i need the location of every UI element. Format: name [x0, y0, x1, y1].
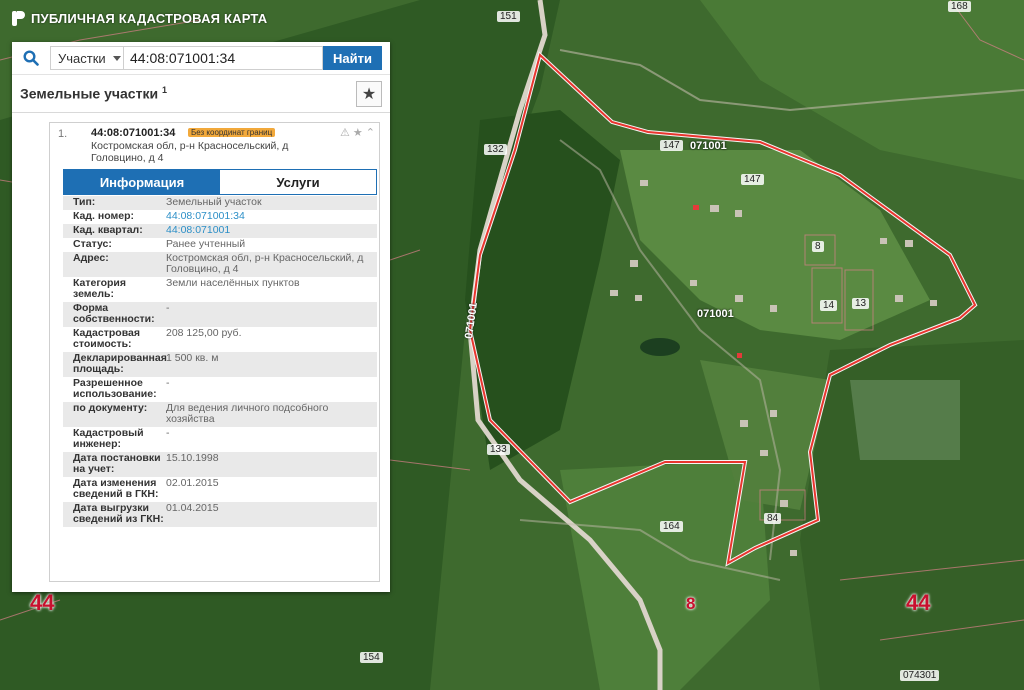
logo-icon	[12, 11, 25, 26]
map-label-8-zone: 8	[686, 594, 696, 613]
map-label-region-44-left: 44	[30, 590, 55, 615]
map-label-132: 132	[484, 144, 507, 155]
map-label-133: 133	[487, 444, 510, 455]
chevron-down-icon	[112, 55, 121, 61]
no-coordinates-badge: Без координат границ	[188, 128, 276, 137]
find-button[interactable]: Найти	[323, 46, 382, 70]
cadastral-quarter-link[interactable]: 44:08:071001	[166, 225, 377, 236]
map-label-14: 14	[820, 300, 838, 311]
map-label-8: 8	[812, 241, 824, 252]
parcel-address: Костромская обл, р-н Красносельский, д Г…	[91, 140, 289, 164]
parcel-card-header: 1. 44:08:071001:34 Без координат границ …	[50, 123, 379, 167]
property-row: Кад. номер: 44:08:071001:34	[63, 210, 377, 224]
map-label-168: 168	[948, 1, 971, 12]
search-panel: Участки Найти Земельные участки 1 ★ 1. 4…	[12, 42, 390, 592]
property-row: по документу: Для ведения личного подсобн…	[63, 402, 377, 427]
chevron-up-icon[interactable]: ⌃	[366, 126, 375, 139]
map-label-074301: 074301	[900, 670, 940, 681]
app-title: ПУБЛИЧНАЯ КАДАСТРОВАЯ КАРТА	[31, 11, 268, 26]
star-icon[interactable]: ★	[353, 126, 363, 139]
search-bar: Участки Найти	[12, 42, 390, 75]
results-count: 1	[161, 85, 167, 96]
property-row: Кадастровая стоимость: 208 125,00 руб.	[73, 327, 242, 350]
property-row: Тип: Земельный участок	[63, 196, 377, 210]
parcel-index: 1.	[58, 128, 68, 140]
map-label-154: 154	[360, 652, 383, 663]
results-title: Земельные участки 1	[20, 85, 167, 102]
favorite-star-button[interactable]: ★	[356, 80, 382, 107]
property-row: Дата изменения сведений в ГКН: 02.01.2015	[73, 477, 219, 500]
property-row: Кадастровый инженер: -	[73, 427, 170, 450]
map-label-151: 151	[497, 11, 520, 22]
search-icon[interactable]	[12, 50, 50, 66]
property-row: Форма собственности: -	[63, 302, 377, 327]
search-type-label: Участки	[58, 50, 106, 66]
app-header: ПУБЛИЧНАЯ КАДАСТРОВАЯ КАРТА	[12, 11, 267, 26]
map-label-84: 84	[764, 513, 782, 524]
property-row: Разрешенное использование: -	[73, 377, 170, 400]
properties-table: Тип: Земельный участок Кад. номер: 44:08:0…	[63, 196, 377, 527]
property-row: Статус: Ранее учтенный	[73, 238, 246, 250]
tab-info[interactable]: Информация	[64, 170, 220, 194]
parcel-id[interactable]: 44:08:071001:34	[91, 127, 175, 139]
map-label-quarter-top: 071001	[690, 140, 727, 152]
property-row: Дата постановки на учет: 15.10.1998	[63, 452, 377, 477]
property-row: Категория земель: Земли населённых пункто…	[73, 277, 300, 300]
map-label-region-44-right: 44	[906, 590, 931, 615]
property-row: Декларированная площадь: 1 500 кв. м	[63, 352, 377, 377]
search-type-select[interactable]: Участки	[50, 46, 123, 70]
map-label-quarter-mid: 071001	[697, 308, 734, 320]
property-row: Дата выгрузки сведений из ГКН: 01.04.2015	[63, 502, 377, 527]
map-label-147b: 147	[741, 174, 764, 185]
cadastral-number-link[interactable]: 44:08:071001:34	[166, 211, 377, 222]
property-row: Кад. квартал: 44:08:071001	[63, 224, 377, 238]
warning-icon[interactable]: ⚠	[340, 126, 350, 139]
property-row: Адрес: Костромская обл, р-н Красносельски…	[63, 252, 377, 277]
results-header: Земельные участки 1 ★	[12, 75, 390, 113]
map-label-164: 164	[660, 521, 683, 532]
tab-services[interactable]: Услуги	[220, 170, 376, 194]
parcel-card: 1. 44:08:071001:34 Без координат границ …	[49, 122, 380, 582]
map-label-147a: 147	[660, 140, 683, 151]
card-tabs: Информация Услуги	[63, 169, 377, 195]
card-actions: ⚠ ★ ⌃	[340, 126, 375, 139]
map-label-13: 13	[852, 298, 870, 309]
search-input[interactable]	[123, 46, 323, 70]
